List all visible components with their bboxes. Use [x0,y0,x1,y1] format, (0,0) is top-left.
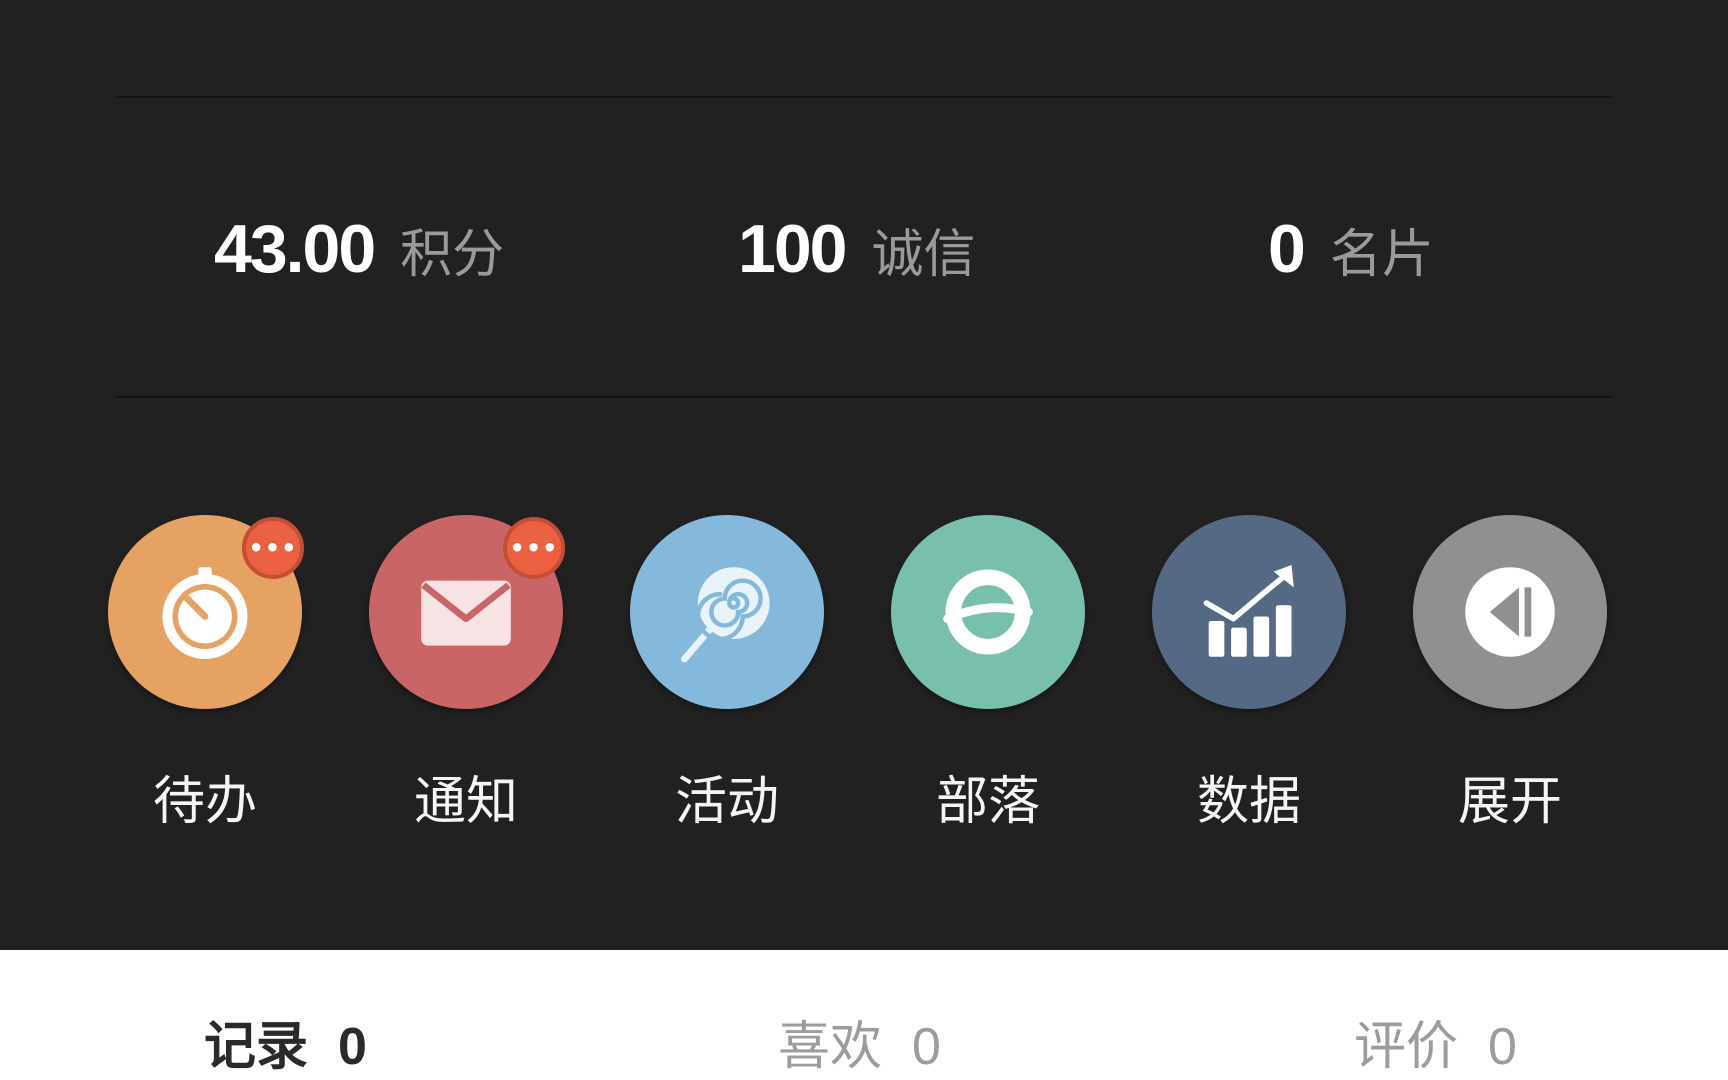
timer-icon [162,567,248,660]
menu-item-activity-circle [630,515,824,709]
stat-points[interactable]: 43.00 积分 [214,210,504,290]
menu-item-data[interactable]: 数据 [1149,515,1349,835]
middle-divider [116,396,1612,398]
menu-item-activity-label: 活动 [674,772,779,832]
envelope-icon [421,580,511,646]
stats-row: 43.00 积分 100 诚信 0 名片 [116,160,1612,340]
menu-item-expand[interactable]: 展开 [1410,515,1610,835]
menu-grid: ••• 待办 ••• 通知 活动 部落 数据 展开 [105,515,1625,835]
bottom-tab-bar: 记录 0 喜欢 0 评价 0 [0,950,1728,1080]
menu-item-tribe-label: 部落 [935,772,1040,832]
menu-item-todo[interactable]: ••• 待办 [105,515,305,835]
notification-badge: ••• [242,517,304,579]
top-divider [116,96,1612,98]
tab-likes-count: 0 [912,1018,941,1076]
menu-item-tribe[interactable]: 部落 [888,515,1088,835]
menu-item-tribe-circle [891,515,1085,709]
tab-reviews-label: 评价 [1354,1017,1459,1077]
tab-likes[interactable]: 喜欢 0 [778,1004,941,1079]
tab-records[interactable]: 记录 0 [204,1004,367,1079]
chart-icon [1203,564,1294,657]
menu-item-todo-label: 待办 [152,772,257,832]
tab-reviews[interactable]: 评价 0 [1354,1004,1517,1079]
menu-item-data-label: 数据 [1196,772,1301,832]
tab-reviews-count: 0 [1488,1018,1517,1076]
menu-item-activity[interactable]: 活动 [627,515,827,835]
menu-item-expand-circle [1413,515,1607,709]
menu-item-data-circle [1152,515,1346,709]
stat-integrity-value: 100 [738,211,847,287]
menu-item-notice-label: 通知 [413,772,518,832]
expand-icon [1465,567,1555,657]
menu-item-todo-circle: ••• [108,515,304,709]
tab-likes-label: 喜欢 [778,1017,883,1077]
stat-integrity-label: 诚信 [871,225,976,285]
menu-item-notice-circle: ••• [369,515,565,709]
lollipop-icon [681,567,770,663]
menu-item-notice[interactable]: ••• 通知 [366,515,566,835]
notification-badge: ••• [503,517,565,579]
planet-icon [943,569,1033,655]
stat-points-value: 43.00 [214,211,376,287]
stat-cards-value: 0 [1268,211,1306,287]
tab-records-label: 记录 [204,1017,309,1077]
stat-points-label: 积分 [400,225,505,285]
stat-cards[interactable]: 0 名片 [1268,210,1434,290]
stat-integrity[interactable]: 100 诚信 [738,210,975,290]
tab-records-count: 0 [338,1018,367,1076]
stat-cards-label: 名片 [1329,225,1434,285]
menu-item-expand-label: 展开 [1457,772,1562,832]
